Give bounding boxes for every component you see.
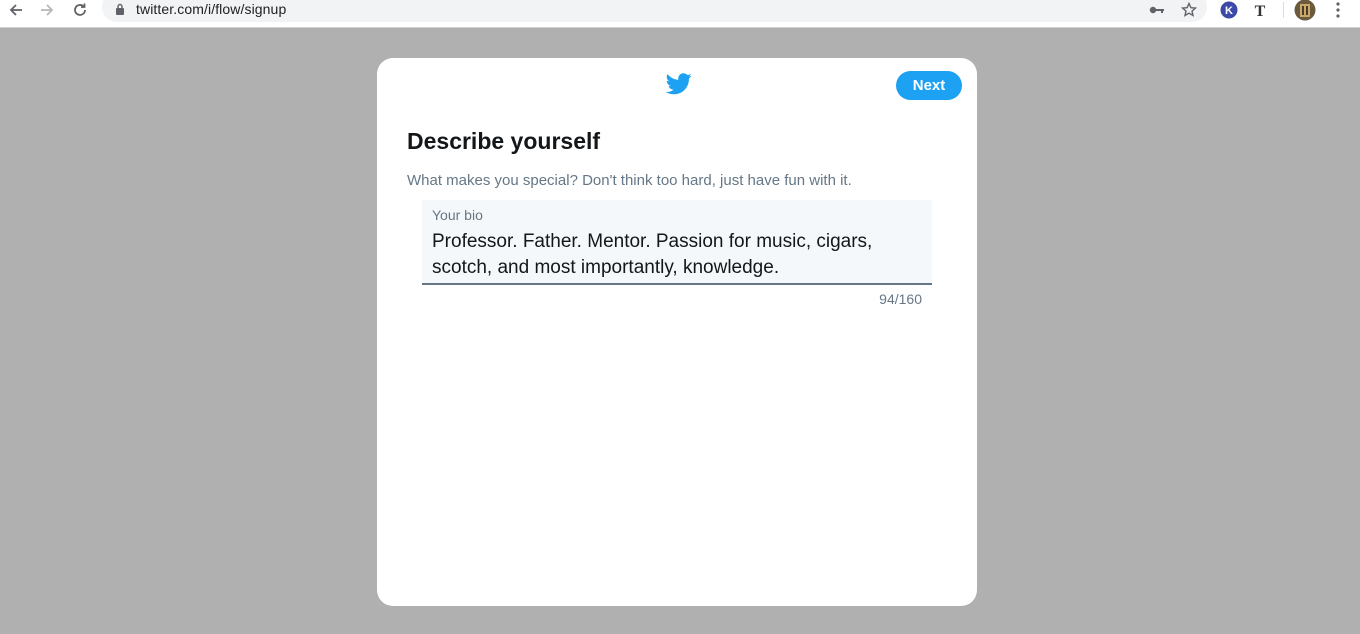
svg-text:K: K	[1225, 5, 1233, 17]
bio-textarea[interactable]: Your bio Professor. Father. Mentor. Pass…	[422, 200, 932, 285]
key-icon[interactable]	[1146, 0, 1168, 20]
svg-text:T: T	[1255, 3, 1266, 18]
reload-icon[interactable]	[68, 0, 92, 20]
toolbar-divider	[1283, 2, 1284, 18]
profile-avatar-icon[interactable]	[1294, 0, 1316, 21]
back-arrow-icon[interactable]	[4, 0, 28, 20]
page-title: Describe yourself	[407, 128, 601, 154]
signup-modal: Next Describe yourself What makes you sp…	[377, 58, 977, 606]
twitter-bird-icon	[666, 73, 692, 95]
bio-label: Your bio	[432, 207, 483, 223]
lock-icon	[116, 3, 124, 15]
page-subtitle: What makes you special? Don't think too …	[407, 172, 852, 189]
forward-arrow-icon[interactable]	[35, 0, 59, 20]
url-text[interactable]: twitter.com/i/flow/signup	[136, 1, 286, 17]
next-button[interactable]: Next	[896, 71, 962, 100]
t-extension-icon[interactable]: T	[1249, 0, 1271, 20]
bio-text[interactable]: Professor. Father. Mentor. Passion for m…	[432, 229, 912, 281]
menu-dots-icon[interactable]	[1327, 0, 1349, 20]
k-extension-icon[interactable]: K	[1218, 0, 1240, 20]
browser-toolbar: twitter.com/i/flow/signup K T	[0, 0, 1360, 28]
character-counter: 94/160	[879, 291, 922, 307]
star-icon[interactable]	[1178, 0, 1200, 20]
